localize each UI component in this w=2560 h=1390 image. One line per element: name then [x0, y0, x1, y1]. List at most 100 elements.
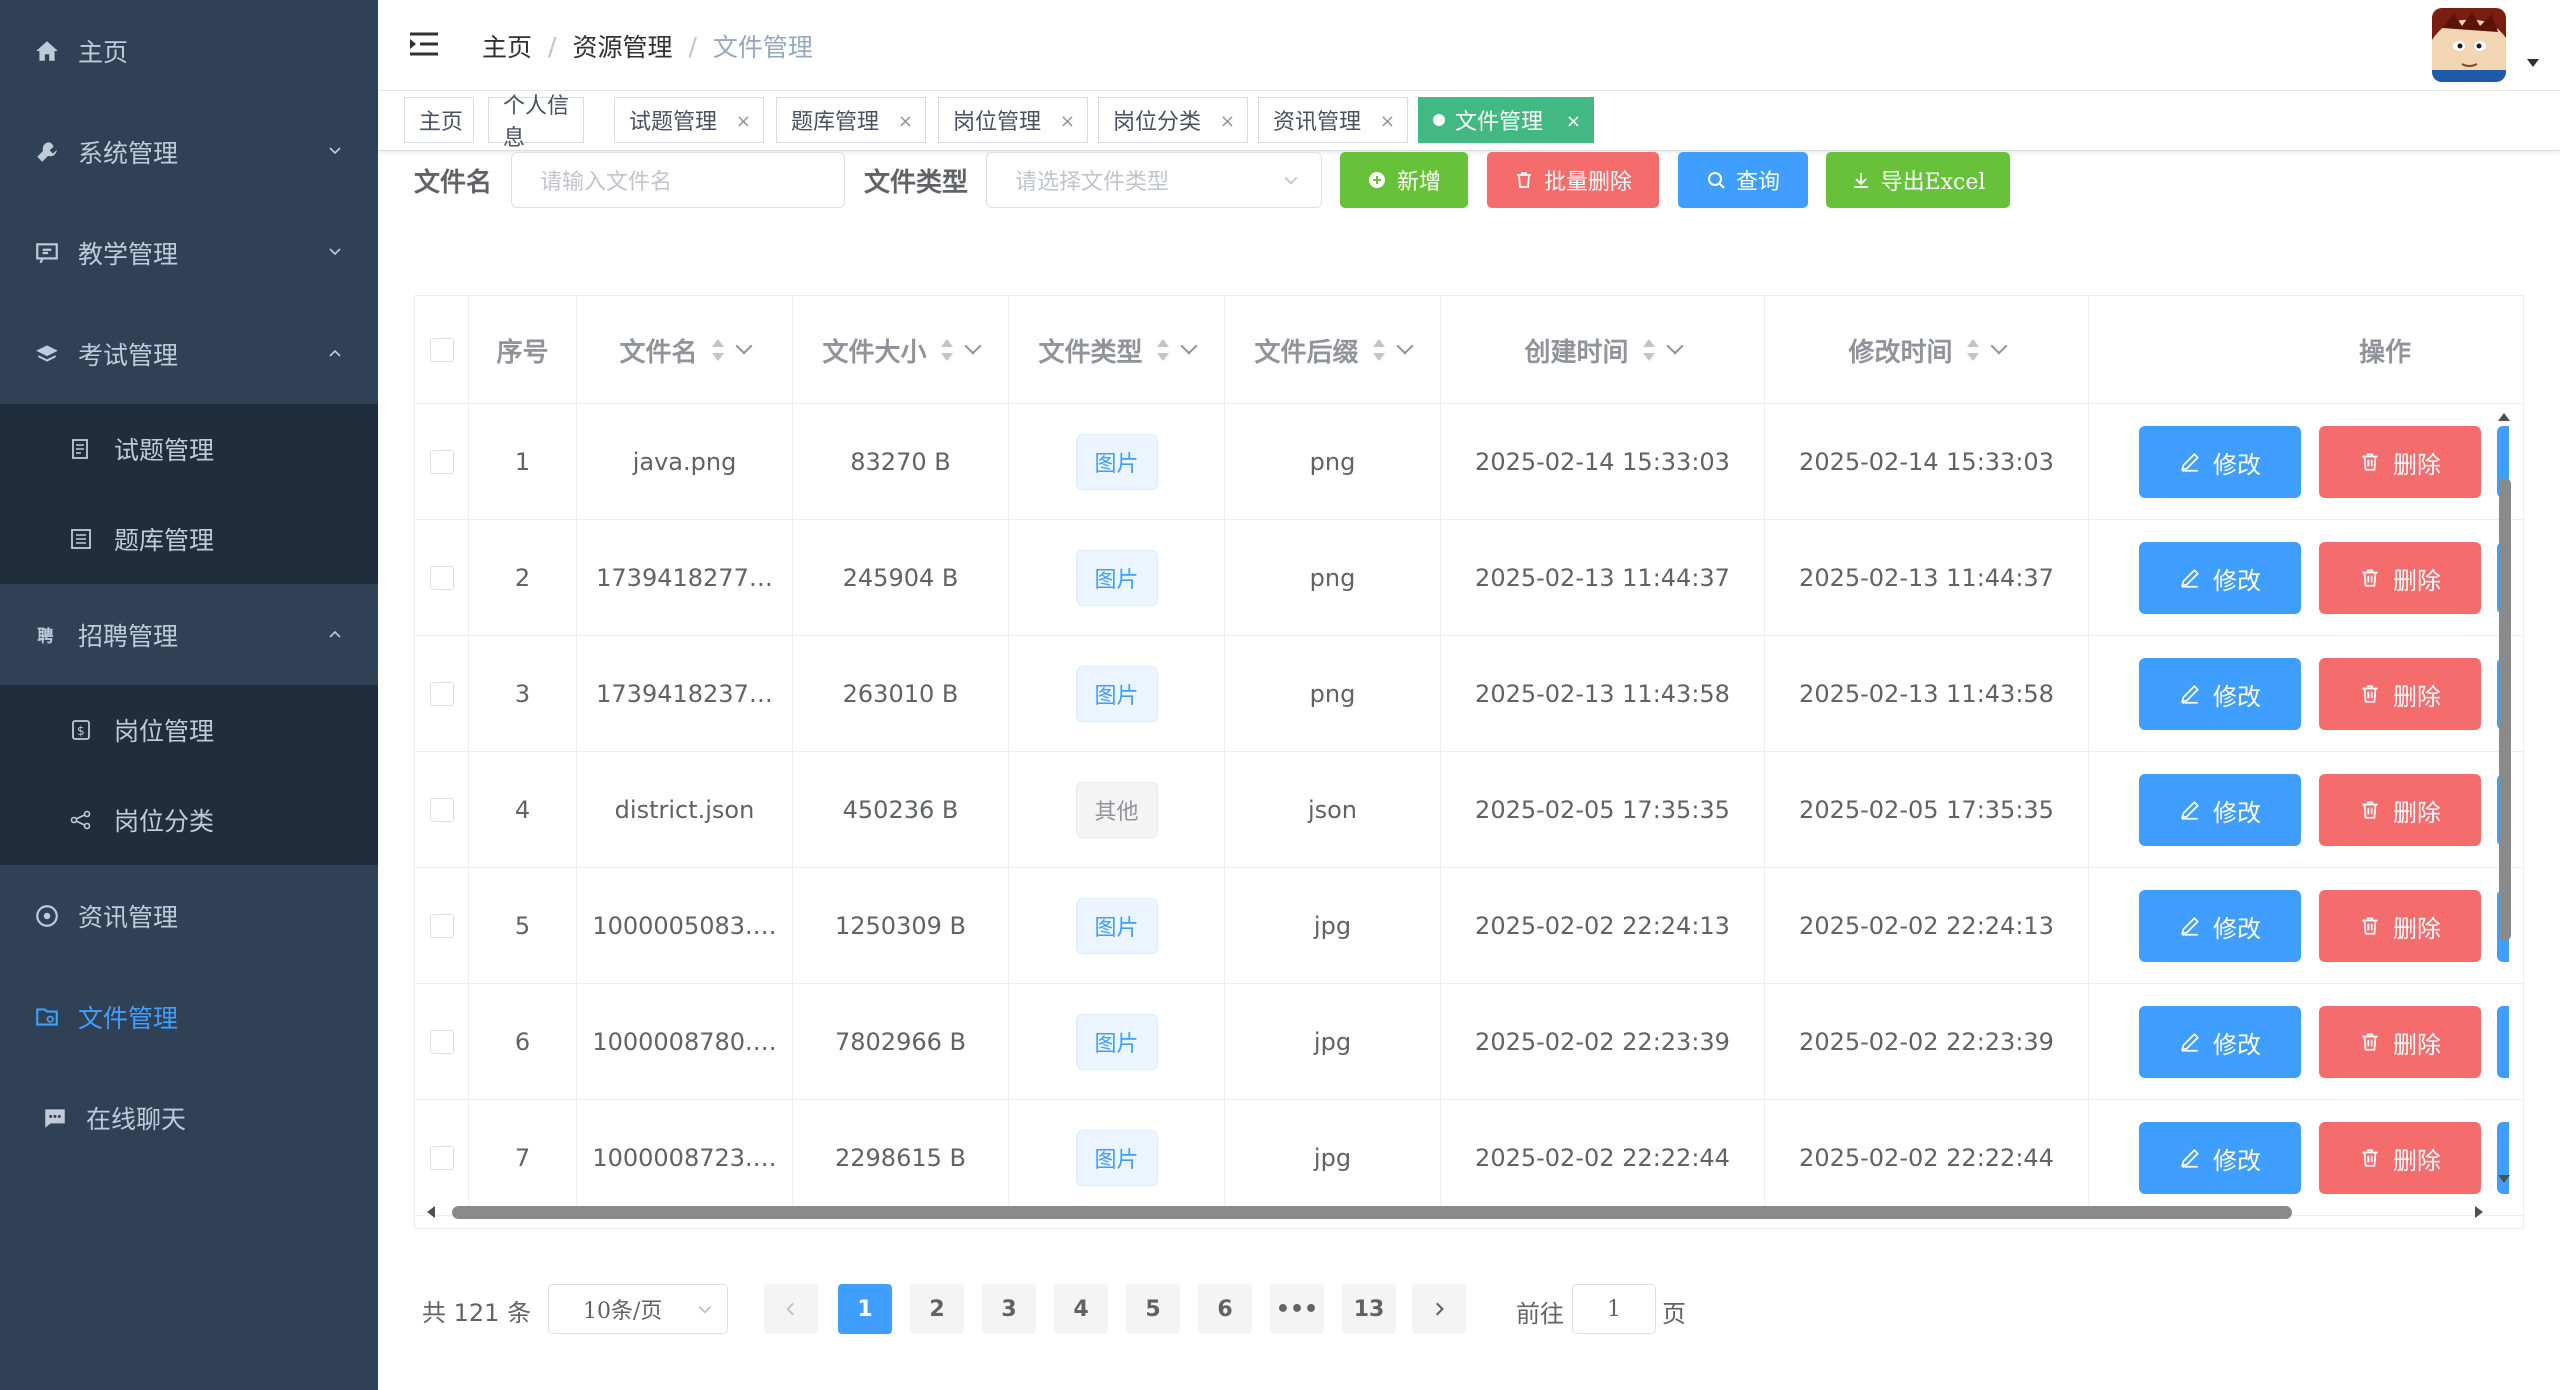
filter-icon[interactable]	[1990, 337, 2007, 355]
sidebar-item-job-category[interactable]: 岗位分类	[0, 775, 378, 865]
tag-files[interactable]: 文件管理 ×	[1418, 97, 1594, 143]
prev-page-button[interactable]	[764, 1284, 818, 1334]
close-icon[interactable]: ×	[1380, 111, 1395, 132]
tag-question-bank[interactable]: 题库管理 ×	[776, 97, 926, 143]
scroll-right-icon[interactable]	[2474, 1205, 2484, 1219]
delete-button[interactable]: 删除	[2319, 1006, 2481, 1078]
row-checkbox[interactable]	[429, 914, 454, 938]
hamburger-icon[interactable]	[408, 30, 440, 58]
tag-jobs[interactable]: 岗位管理 ×	[938, 97, 1088, 143]
close-icon[interactable]: ×	[736, 111, 751, 132]
filter-icon[interactable]	[1180, 337, 1197, 355]
scroll-down-icon[interactable]	[2497, 1174, 2511, 1184]
select-all-cell	[415, 296, 469, 404]
delete-button[interactable]: 删除	[2319, 542, 2481, 614]
delete-button[interactable]: 删除	[2319, 890, 2481, 962]
goto-page-input[interactable]: 1	[1572, 1284, 1656, 1334]
sort-icon[interactable]	[1155, 337, 1171, 363]
row-checkbox[interactable]	[429, 1030, 454, 1054]
breadcrumb-resource[interactable]: 资源管理	[572, 28, 672, 64]
filetype-select[interactable]: 请选择文件类型	[986, 152, 1322, 208]
tag-job-category[interactable]: 岗位分类 ×	[1098, 97, 1248, 143]
tag-profile[interactable]: 个人信息	[488, 94, 584, 151]
close-icon[interactable]: ×	[1220, 111, 1235, 132]
edit-button[interactable]: 修改	[2139, 542, 2301, 614]
delete-button[interactable]: 删除	[2319, 658, 2481, 730]
row-checkbox[interactable]	[429, 798, 454, 822]
page-button[interactable]: 4	[1054, 1284, 1108, 1334]
sidebar-item-home[interactable]: 主页	[0, 0, 378, 101]
tag-news[interactable]: 资讯管理 ×	[1258, 97, 1408, 143]
vertical-scrollbar[interactable]	[2493, 402, 2515, 1202]
filter-icon[interactable]	[964, 337, 981, 355]
close-icon[interactable]: ×	[1566, 111, 1581, 132]
batch-delete-button[interactable]: 批量删除	[1487, 152, 1659, 208]
delete-button[interactable]: 删除	[2319, 1122, 2481, 1194]
sort-icon[interactable]	[1371, 337, 1387, 363]
row-checkbox[interactable]	[429, 450, 454, 474]
col-filetype[interactable]: 文件类型	[1009, 296, 1225, 404]
filter-icon[interactable]	[735, 337, 752, 355]
sidebar-item-questions[interactable]: 试题管理	[0, 404, 378, 494]
sidebar-item-recruit[interactable]: 聘 招聘管理	[0, 584, 378, 685]
edit-button[interactable]: 修改	[2139, 1122, 2301, 1194]
sidebar-item-news[interactable]: 资讯管理	[0, 865, 378, 966]
query-button[interactable]: 查询	[1678, 152, 1808, 208]
edit-button[interactable]: 修改	[2139, 774, 2301, 846]
scroll-up-icon[interactable]	[2497, 412, 2511, 422]
page-button[interactable]: 3	[982, 1284, 1036, 1334]
tag-home[interactable]: 主页	[404, 97, 474, 143]
sort-icon[interactable]	[1965, 337, 1981, 363]
edit-button[interactable]: 修改	[2139, 658, 2301, 730]
page-button[interactable]: 6	[1198, 1284, 1252, 1334]
breadcrumb-home[interactable]: 主页	[482, 28, 532, 64]
filter-icon[interactable]	[1666, 337, 1683, 355]
page-button[interactable]: 13	[1342, 1284, 1396, 1334]
row-checkbox[interactable]	[429, 682, 454, 706]
filter-icon[interactable]	[1396, 337, 1413, 355]
col-suffix[interactable]: 文件后缀	[1225, 296, 1441, 404]
modified-time: 2025-02-13 11:43:58	[1799, 680, 2054, 708]
sort-icon[interactable]	[710, 337, 726, 363]
vertical-scroll-thumb[interactable]	[2499, 478, 2511, 941]
avatar[interactable]	[2432, 8, 2506, 82]
page-button[interactable]: 2	[910, 1284, 964, 1334]
sidebar-item-chat[interactable]: 在线聊天	[0, 1067, 378, 1168]
page-size-select[interactable]: 10条/页	[548, 1284, 728, 1334]
select-all-checkbox[interactable]	[429, 338, 454, 362]
sort-icon[interactable]	[939, 337, 955, 363]
sidebar-item-exam[interactable]: 考试管理	[0, 303, 378, 404]
scroll-left-icon[interactable]	[426, 1205, 436, 1219]
next-page-button[interactable]	[1412, 1284, 1466, 1334]
tag-questions[interactable]: 试题管理 ×	[614, 97, 764, 143]
row-checkbox[interactable]	[429, 1146, 454, 1170]
edit-button[interactable]: 修改	[2139, 426, 2301, 498]
page-button[interactable]: 1	[838, 1284, 892, 1334]
add-button[interactable]: 新增	[1340, 152, 1468, 208]
sidebar: 主页 系统管理 教学管理 考试管理 试题管理 题库管理 聘 招聘管理 $ 岗位管…	[0, 0, 378, 1390]
edit-button[interactable]: 修改	[2139, 1006, 2301, 1078]
more-pages-button[interactable]: •••	[1270, 1284, 1324, 1334]
col-created[interactable]: 创建时间	[1441, 296, 1765, 404]
row-checkbox[interactable]	[429, 566, 454, 590]
col-filesize[interactable]: 文件大小	[793, 296, 1009, 404]
horizontal-scroll-thumb[interactable]	[452, 1206, 2292, 1219]
sidebar-item-jobs[interactable]: $ 岗位管理	[0, 685, 378, 775]
close-icon[interactable]: ×	[1060, 111, 1075, 132]
edit-button[interactable]: 修改	[2139, 890, 2301, 962]
caret-down-icon[interactable]	[2526, 58, 2540, 68]
export-excel-button[interactable]: 导出Excel	[1826, 152, 2010, 208]
sort-icon[interactable]	[1641, 337, 1657, 363]
page-button[interactable]: 5	[1126, 1284, 1180, 1334]
sidebar-item-system[interactable]: 系统管理	[0, 101, 378, 202]
sidebar-item-teaching[interactable]: 教学管理	[0, 202, 378, 303]
horizontal-scrollbar[interactable]	[414, 1200, 2494, 1224]
filename-input[interactable]: 请输入文件名	[511, 152, 845, 208]
sidebar-item-question-bank[interactable]: 题库管理	[0, 494, 378, 584]
delete-button[interactable]: 删除	[2319, 774, 2481, 846]
close-icon[interactable]: ×	[898, 111, 913, 132]
col-filename[interactable]: 文件名	[577, 296, 793, 404]
sidebar-item-files[interactable]: 文件管理	[0, 966, 378, 1067]
col-modified[interactable]: 修改时间	[1765, 296, 2089, 404]
delete-button[interactable]: 删除	[2319, 426, 2481, 498]
